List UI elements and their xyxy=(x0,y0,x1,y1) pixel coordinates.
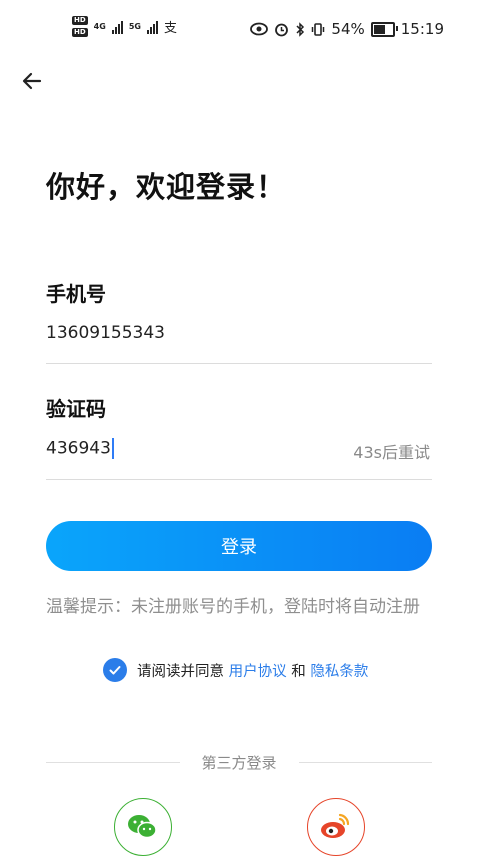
battery-percent: 54% xyxy=(331,20,365,38)
vibrate-icon xyxy=(312,22,325,36)
agreement-checkbox[interactable] xyxy=(103,658,127,682)
divider-line xyxy=(298,761,433,763)
text-cursor xyxy=(111,438,114,459)
hd-indicators: HD HD xyxy=(72,16,88,37)
status-left: HD HD 4G 5G 支 xyxy=(72,16,177,37)
phone-input[interactable]: 13609155343 xyxy=(46,323,165,343)
alarm-icon xyxy=(275,23,289,36)
code-input[interactable]: 436943 xyxy=(46,438,114,459)
resend-countdown[interactable]: 43s后重试 xyxy=(353,439,430,463)
agreement-and: 和 xyxy=(291,663,306,680)
agreement-prefix: 请阅读并同意 xyxy=(137,663,224,680)
code-underline xyxy=(46,479,432,480)
privacy-policy-link[interactable]: 隐私条款 xyxy=(310,664,368,680)
login-button[interactable]: 登录 xyxy=(46,521,432,571)
third-party-label: 第三方登录 xyxy=(201,753,277,772)
clock-time: 15:19 xyxy=(400,20,444,38)
arrow-left-icon xyxy=(22,72,42,90)
third-party-divider: 第三方登录 xyxy=(46,750,433,774)
eye-icon xyxy=(250,22,269,36)
hd-badge: HD xyxy=(72,28,88,37)
page-title: 你好，欢迎登录！ xyxy=(46,170,287,204)
network-type: 5G xyxy=(128,22,141,31)
checkmark-icon xyxy=(109,666,121,675)
signal-icon xyxy=(146,20,158,34)
wechat-icon xyxy=(127,814,157,838)
code-label: 验证码 xyxy=(46,397,106,421)
user-agreement-link[interactable]: 用户协议 xyxy=(229,664,287,680)
signal-icon xyxy=(111,20,123,34)
agreement-row: 请阅读并同意 用户协议 和 隐私条款 xyxy=(103,658,368,682)
divider-line xyxy=(46,761,180,763)
status-bar: HD HD 4G 5G 支 54% 15:19 xyxy=(0,0,478,62)
wechat-login-button[interactable] xyxy=(114,798,172,856)
weibo-login-button[interactable] xyxy=(307,798,365,856)
back-button[interactable] xyxy=(20,68,46,94)
network-type: 4G xyxy=(93,22,106,31)
hd-badge: HD xyxy=(72,16,88,25)
registration-tip: 温馨提示：未注册账号的手机，登陆时将自动注册 xyxy=(46,597,420,617)
battery-icon xyxy=(370,21,398,37)
phone-label: 手机号 xyxy=(46,282,106,306)
code-value: 436943 xyxy=(46,438,111,459)
status-right: 54% 15:19 xyxy=(250,20,444,38)
bluetooth-icon xyxy=(296,21,305,37)
phone-underline xyxy=(46,363,432,364)
weibo-icon xyxy=(320,813,349,838)
alipay-icon: 支 xyxy=(163,21,177,36)
